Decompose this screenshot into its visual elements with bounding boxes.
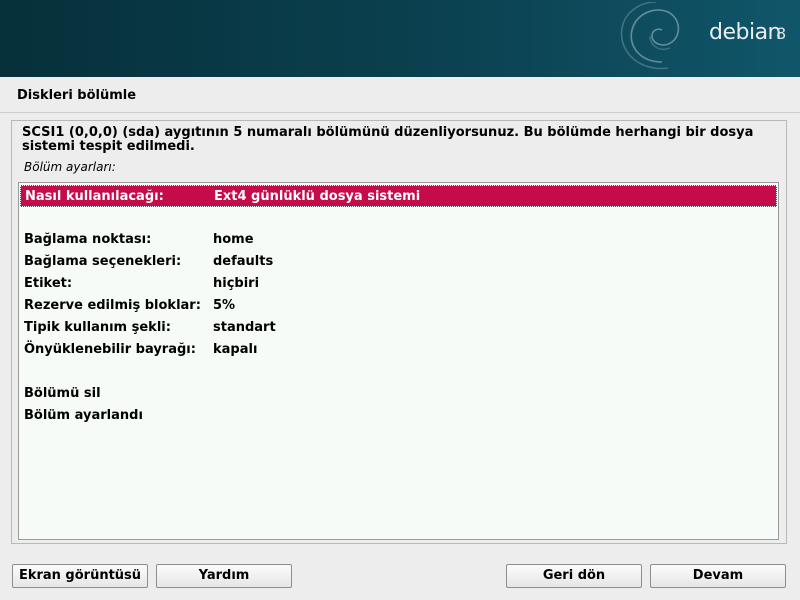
back-button[interactable]: Geri dön (506, 564, 642, 588)
setting-label: Bağlama noktası: (24, 232, 152, 247)
setting-label: Etiket: (24, 276, 73, 291)
screenshot-button[interactable]: Ekran görüntüsü (12, 564, 148, 588)
setting-value: kapalı (213, 342, 258, 357)
setting-value: defaults (213, 254, 274, 269)
action-done-setting-partition[interactable]: Bölüm ayarlandı (20, 405, 777, 427)
debian-swirl-icon (620, 2, 680, 70)
action-label: Bölüm ayarlandı (24, 408, 143, 423)
setting-row-mount-point[interactable]: Bağlama noktası: home (20, 229, 777, 251)
setting-row-bootable-flag[interactable]: Önyüklenebilir bayrağı: kapalı (20, 339, 777, 361)
partition-description: SCSI1 (0,0,0) (sda) aygıtının 5 numaralı… (22, 125, 754, 154)
setting-label: Önyüklenebilir bayrağı: (24, 342, 196, 357)
setting-value: home (213, 232, 254, 247)
action-label: Bölümü sil (24, 386, 101, 401)
action-delete-partition[interactable]: Bölümü sil (20, 383, 777, 405)
help-button[interactable]: Yardım (156, 564, 292, 588)
setting-value: 5% (213, 298, 236, 313)
setting-value: hiçbiri (213, 276, 260, 291)
setting-row-label[interactable]: Etiket: hiçbiri (20, 273, 777, 295)
setting-row-usage[interactable]: Nasıl kullanılacağı: Ext4 günlüklü dosya… (20, 185, 777, 207)
debian-logo-text: debian (709, 20, 782, 45)
setting-value: Ext4 günlüklü dosya sistemi (214, 189, 421, 204)
debian-banner: debian 8 (0, 0, 800, 77)
setting-label: Nasıl kullanılacağı: (25, 189, 164, 204)
section-label: Bölüm ayarları: (24, 160, 116, 174)
continue-button[interactable]: Devam (650, 564, 786, 588)
partition-settings-list: Nasıl kullanılacağı: Ext4 günlüklü dosya… (18, 182, 779, 540)
setting-row-typical-usage[interactable]: Tipik kullanım şekli: standart (20, 317, 777, 339)
page-title: Diskleri bölümle (17, 88, 137, 103)
title-divider (0, 112, 800, 113)
setting-label: Bağlama seçenekleri: (24, 254, 182, 269)
debian-version: 8 (776, 24, 787, 43)
setting-label: Tipik kullanım şekli: (24, 320, 171, 335)
setting-row-reserved-blocks[interactable]: Rezerve edilmiş bloklar: 5% (20, 295, 777, 317)
setting-row-mount-options[interactable]: Bağlama seçenekleri: defaults (20, 251, 777, 273)
setting-label: Rezerve edilmiş bloklar: (24, 298, 201, 313)
setting-value: standart (213, 320, 276, 335)
